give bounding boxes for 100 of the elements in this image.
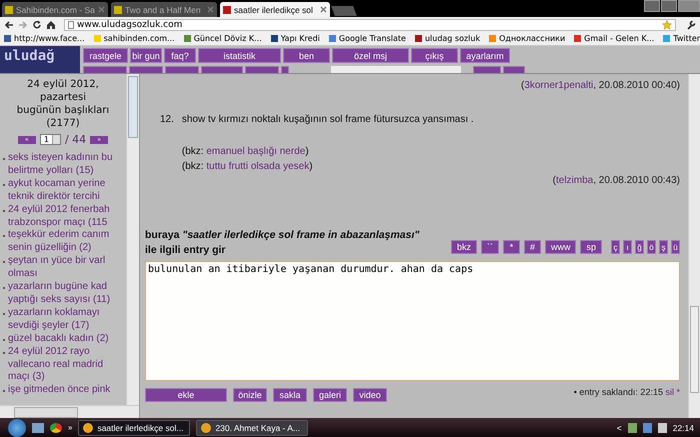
menu-button[interactable] (165, 66, 199, 73)
entry-textarea[interactable]: bulunulan an itibariyle yaşanan durumdur. ahan da caps (145, 261, 680, 381)
site-icon (114, 6, 122, 14)
app-icon (201, 422, 212, 432)
site-logo[interactable]: uludağ (0, 46, 80, 73)
bookmark[interactable]: Güncel Döviz K... (184, 34, 262, 43)
taskbar-button[interactable]: saatler ilerledikçe sol... (78, 420, 190, 436)
save-status: • entry saklandı: 22:15 sil * (574, 387, 680, 397)
character-button[interactable]: ğ (635, 240, 644, 254)
bookmark[interactable]: uludag sozluk (414, 34, 480, 43)
scrollbar[interactable] (0, 405, 139, 418)
entry-text: show tv kırmızı noktalı kuşağının sol frame fütursuzca yansıması . (182, 113, 474, 127)
format-button[interactable]: bkz (450, 240, 477, 254)
asterisk-link[interactable]: * (676, 387, 680, 397)
bookmark[interactable]: Yapı Kredi (270, 34, 320, 43)
bookmark[interactable]: sahibinden.com... (94, 34, 175, 43)
menu-button[interactable]: istatistik (198, 48, 281, 63)
menu-button[interactable] (473, 66, 501, 73)
menu-button[interactable]: ayarlarım (460, 48, 510, 63)
reference-line: (bkz: emanuel başlığı nerde) (182, 145, 310, 159)
taskbar-button[interactable]: 230. Ahmet Kaya - A... (196, 420, 308, 436)
form-button[interactable]: galeri (313, 388, 347, 402)
entry-signature: (telzimba, 20.08.2010 00:43) (552, 174, 680, 188)
reference-link[interactable]: emanuel başlığı nerde (206, 146, 306, 157)
star-icon[interactable] (662, 20, 672, 30)
format-button[interactable]: # (524, 240, 541, 254)
menu-button[interactable]: faq? (164, 48, 196, 63)
browser-tab[interactable]: Sahibinden.com - Sa (2, 2, 108, 17)
search-field[interactable] (331, 66, 461, 73)
form-button[interactable]: ekle (145, 388, 227, 402)
menu-button[interactable]: bir gun (130, 48, 162, 63)
character-button[interactable]: ü (671, 240, 680, 254)
bookmark[interactable]: Gmail - Gelen K... (574, 34, 654, 43)
more-button[interactable]: » (68, 423, 72, 432)
menu-button[interactable]: ben (283, 48, 330, 63)
forward-icon[interactable] (18, 20, 28, 30)
weekday-label: pazartesi (38, 91, 88, 104)
bookmark[interactable]: Одноклассники (489, 34, 566, 43)
topic-link[interactable]: seks isteyen kadının bu belirtme yolları (15) (8, 152, 113, 178)
section-title: bugünün başlıkları (16, 104, 110, 117)
menu-button[interactable] (201, 66, 243, 73)
reference-link[interactable]: tuttu frutti olsada yesek (206, 161, 310, 172)
author-link[interactable]: 3korner1penalti (524, 80, 594, 91)
site-icon (223, 6, 231, 14)
form-title: buraya "saatler ilerledikçe sol frame in abazanlaşması" ile ilgili entry gir (145, 228, 420, 258)
tab-title: saatler ilerledikçe sol (234, 4, 314, 14)
topic-link[interactable]: 24 eylül 2012 rayo vallecano real madrid maçı (3) (8, 346, 104, 384)
menu-button[interactable]: özel msj (332, 48, 409, 63)
new-tab-button[interactable] (331, 6, 357, 16)
character-button[interactable]: ı (623, 240, 632, 254)
browser-icon[interactable] (50, 422, 62, 432)
reference-line: (bkz: tuttu frutti olsada yesek) (182, 160, 314, 174)
topic-link[interactable]: işe gitmeden önce pink (8, 384, 110, 398)
menu-button[interactable] (281, 66, 289, 73)
menu-button[interactable] (245, 66, 279, 73)
menu-button[interactable] (503, 66, 525, 73)
menu-button[interactable]: rastgele (83, 48, 128, 63)
menu-button[interactable] (129, 66, 163, 73)
date-label: 24 eylül 2012, (26, 78, 100, 91)
format-button[interactable]: www (544, 240, 576, 254)
topic-link[interactable]: yazarların koklamayı sevdiği şeyler (17) (8, 306, 100, 333)
author-link[interactable]: telzimba (556, 175, 594, 186)
delete-link[interactable]: sil (665, 387, 674, 397)
bookmark[interactable]: http://www.face... (4, 34, 85, 43)
app-icon (83, 422, 94, 432)
bookmark[interactable]: Twitter (663, 34, 700, 43)
character-button[interactable]: ş (659, 240, 668, 254)
wrench-icon[interactable] (686, 20, 696, 30)
topic-link[interactable]: aykut kocaman yerine teknik direktör tercihi (8, 178, 106, 204)
topic-link[interactable]: teşekkür ederim canım senin güzelliğin (2) (8, 229, 110, 256)
page-icon (68, 20, 74, 28)
menu-button[interactable] (83, 66, 127, 73)
format-button[interactable]: * (502, 240, 520, 254)
form-button[interactable]: önizle (233, 388, 267, 402)
form-button[interactable]: video (353, 388, 387, 402)
topic-link[interactable]: yazarların bugüne kad yaptığı seks sayısı (11) (8, 281, 110, 307)
topic-link[interactable]: güzel bacaklı kadın (2) (8, 332, 109, 346)
format-button[interactable]: `` (480, 240, 499, 254)
character-button[interactable]: ç (611, 240, 620, 254)
clock[interactable]: 22:14 (672, 422, 694, 432)
tab-title: Sahibinden.com - Sa (16, 4, 95, 14)
browser-tab[interactable]: saatler ilerledikçe sol (220, 2, 330, 17)
bookmark[interactable]: Google Translate (328, 34, 406, 43)
form-button[interactable]: sakla (273, 388, 307, 402)
entry-number: 12. (160, 113, 174, 127)
menu-button[interactable]: çıkış (411, 48, 458, 63)
page-total: / 44 (64, 133, 86, 146)
back-icon[interactable] (4, 20, 14, 30)
start-button[interactable] (8, 418, 26, 436)
scrollbar[interactable] (688, 74, 700, 418)
show-hidden-icons-button[interactable]: < (616, 422, 622, 432)
format-button[interactable]: sp (580, 240, 602, 254)
browser-tab[interactable]: Two and a Half Men (111, 2, 217, 17)
site-icon (5, 6, 13, 14)
home-icon[interactable] (46, 20, 56, 30)
page-select[interactable]: 1 (40, 134, 61, 145)
scrollbar[interactable] (126, 74, 139, 405)
reload-icon[interactable] (32, 20, 42, 30)
character-button[interactable]: ö (647, 240, 656, 254)
address-field[interactable]: www.uludagsozluk.com (64, 18, 676, 30)
